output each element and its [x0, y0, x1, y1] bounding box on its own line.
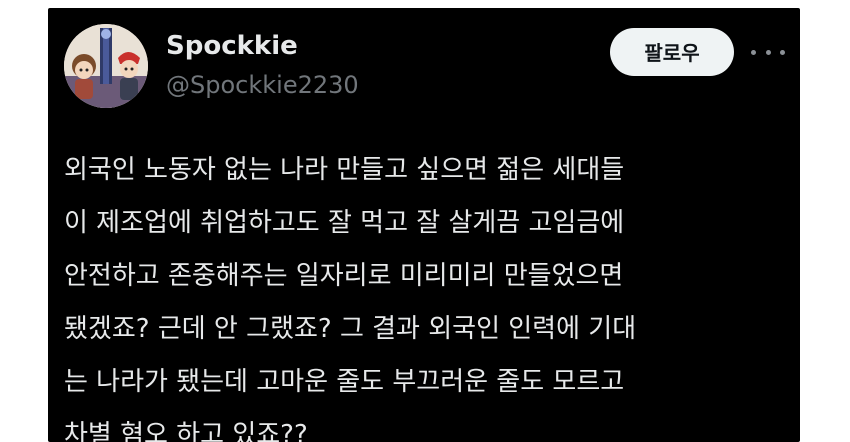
tweet-text-line: 외국인 노동자 없는 나라 만들고 싶으면 젊은 세대들: [64, 155, 625, 185]
tweet-text-line: 안전하고 존중해주는 일자리로 미리미리 만들었으면: [64, 261, 624, 291]
tweet-text-line: 는 나라가 됐는데 고마운 줄도 부끄러운 줄도 모르고: [64, 367, 625, 397]
user-handle[interactable]: @Spockkie2230: [166, 70, 359, 100]
profile-avatar[interactable]: [64, 24, 148, 108]
more-dot: [780, 49, 785, 55]
tweet-text-line: 이 제조업에 취업하고도 잘 먹고 잘 살게끔 고임금에: [64, 208, 625, 238]
avatar-illustration: [64, 24, 148, 108]
tweet-text-line: 됐겠죠? 근데 안 그랬죠? 그 결과 외국인 인력에 기대: [64, 314, 637, 344]
display-name[interactable]: Spockkie: [166, 30, 298, 62]
follow-button[interactable]: 팔로우: [610, 28, 734, 76]
tweet-text-line: 차별 혐오 하고 있죠??: [64, 420, 308, 442]
more-dot: [751, 49, 756, 55]
tweet-card: Spockkie @Spockkie2230 팔로우 외국인 노동자 없는 나라…: [48, 8, 800, 442]
tweet-text: 외국인 노동자 없는 나라 만들고 싶으면 젊은 세대들 이 제조업에 취업하고…: [64, 144, 784, 442]
more-options-icon[interactable]: [751, 42, 785, 62]
more-dot: [765, 49, 771, 55]
